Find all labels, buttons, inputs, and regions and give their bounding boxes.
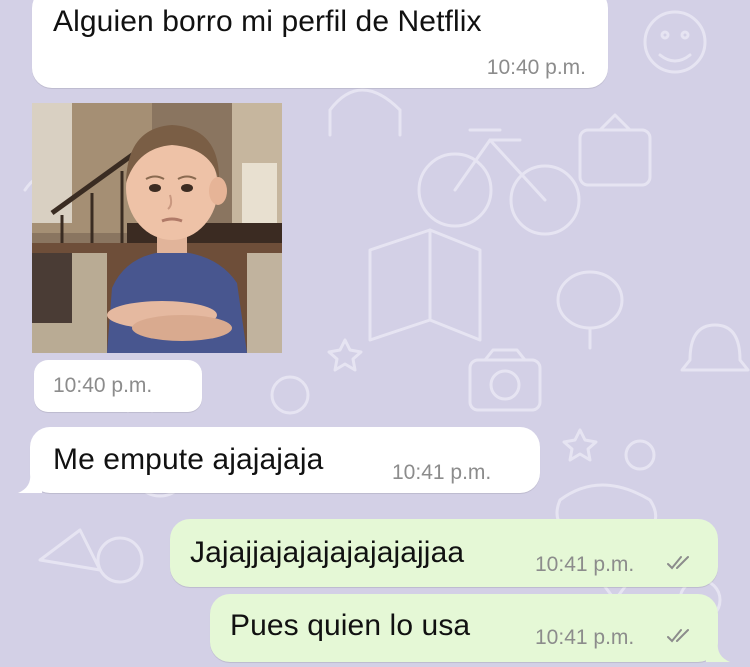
incoming-message-bubble[interactable]: Me empute ajajajaja 10:41 p.m. bbox=[18, 427, 540, 493]
image-message[interactable] bbox=[32, 103, 282, 353]
message-timestamp: 10:41 p.m. bbox=[535, 553, 635, 576]
incoming-message-bubble[interactable]: Alguien borro mi perfil de Netflix 10:40… bbox=[32, 0, 608, 88]
bubble-tail-icon bbox=[706, 642, 730, 662]
bicycle-doodle-icon bbox=[417, 128, 581, 236]
bubble-tail-icon bbox=[18, 473, 42, 493]
bell-doodle-icon bbox=[680, 323, 750, 372]
message-timestamp: 10:41 p.m. bbox=[535, 626, 635, 649]
message-text: Alguien borro mi perfil de Netflix bbox=[53, 5, 482, 38]
balloon-doodle-icon bbox=[556, 270, 624, 350]
image-caption-bubble: 10:40 p.m. bbox=[34, 360, 202, 412]
outgoing-message-bubble[interactable]: Pues quien lo usa 10:41 p.m. bbox=[210, 594, 730, 662]
message-timestamp: 10:40 p.m. bbox=[486, 56, 586, 79]
message-text: Me empute ajajajaja bbox=[53, 443, 324, 476]
message-timestamp: 10:40 p.m. bbox=[53, 374, 153, 397]
double-check-icon bbox=[667, 629, 689, 643]
camera-doodle-icon bbox=[468, 348, 542, 412]
message-timestamp: 10:41 p.m. bbox=[392, 461, 492, 484]
smiley-doodle-icon bbox=[643, 10, 707, 74]
map-doodle-icon bbox=[368, 228, 482, 342]
message-text: Jajajjajajajajajajajjaa bbox=[190, 536, 465, 569]
double-check-icon bbox=[667, 556, 689, 570]
photo-sticker-image bbox=[32, 103, 282, 353]
outgoing-message-bubble[interactable]: Jajajjajajajajajajajjaa 10:41 p.m. bbox=[170, 519, 718, 587]
message-text: Pues quien lo usa bbox=[230, 609, 471, 642]
tv-doodle-icon bbox=[578, 113, 652, 187]
